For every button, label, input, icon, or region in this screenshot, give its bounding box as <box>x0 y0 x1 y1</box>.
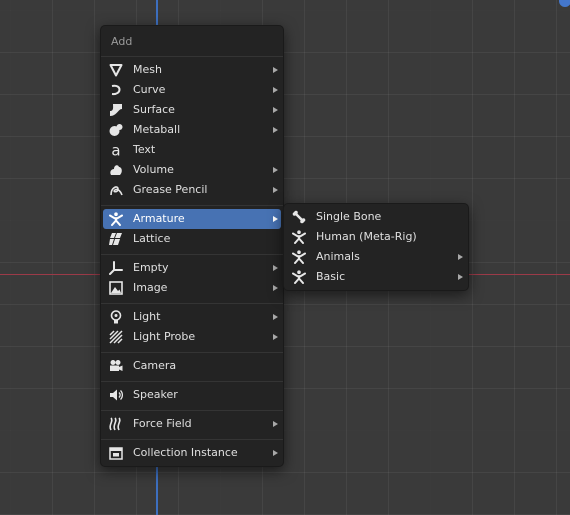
armature-icon <box>109 212 123 226</box>
menu-item-image[interactable]: Image <box>103 278 281 298</box>
menu-item-label: Mesh <box>133 63 162 76</box>
submenu-arrow-icon <box>273 87 278 93</box>
armature-icon <box>292 250 306 264</box>
menu-separator <box>101 352 283 353</box>
menu-item-label: Surface <box>133 103 175 116</box>
menu-item-label: Force Field <box>133 417 192 430</box>
light-icon <box>109 310 123 324</box>
collection-instance-icon <box>109 446 123 460</box>
menu-item-label: Volume <box>133 163 174 176</box>
navigation-gizmo[interactable] <box>559 0 570 7</box>
menu-separator <box>101 205 283 206</box>
menu-item-label: Lattice <box>133 232 171 245</box>
menu-item-label: Light Probe <box>133 330 196 343</box>
submenu-arrow-icon <box>273 421 278 427</box>
grease-pencil-icon <box>109 183 123 197</box>
submenu-item-animals[interactable]: Animals <box>286 247 466 267</box>
submenu-arrow-icon <box>458 274 463 280</box>
submenu-arrow-icon <box>273 450 278 456</box>
menu-item-force-field[interactable]: Force Field <box>103 414 281 434</box>
submenu-arrow-icon <box>273 107 278 113</box>
submenu-arrow-icon <box>273 334 278 340</box>
submenu-item-single-bone[interactable]: Single Bone <box>286 207 466 227</box>
submenu-arrow-icon <box>273 265 278 271</box>
submenu-item-human-meta-rig[interactable]: Human (Meta-Rig) <box>286 227 466 247</box>
menu-separator <box>101 439 283 440</box>
menu-item-surface[interactable]: Surface <box>103 100 281 120</box>
menu-item-collection-instance[interactable]: Collection Instance <box>103 443 281 463</box>
menu-item-label: Text <box>133 143 156 156</box>
mesh-icon <box>109 63 123 77</box>
submenu-item-basic[interactable]: Basic <box>286 267 466 287</box>
menu-item-mesh[interactable]: Mesh <box>103 60 281 80</box>
menu-item-label: Curve <box>133 83 166 96</box>
armature-icon <box>292 270 306 284</box>
menu-separator <box>101 254 283 255</box>
menu-item-label: Armature <box>133 212 185 225</box>
menu-item-label: Speaker <box>133 388 178 401</box>
submenu-arrow-icon <box>273 167 278 173</box>
lattice-icon <box>109 232 123 246</box>
menu-item-armature[interactable]: Armature <box>103 209 281 229</box>
menu-item-label: Basic <box>316 270 346 283</box>
curve-icon <box>109 83 123 97</box>
menu-item-metaball[interactable]: Metaball <box>103 120 281 140</box>
menu-item-camera[interactable]: Camera <box>103 356 281 376</box>
menu-title: Add <box>111 35 133 48</box>
menu-separator <box>101 381 283 382</box>
menu-item-label: Collection Instance <box>133 446 238 459</box>
menu-item-label: Light <box>133 310 161 323</box>
menu-item-light-probe[interactable]: Light Probe <box>103 327 281 347</box>
armature-submenu: Single Bone Human (Meta-Rig) Animals Bas… <box>283 203 469 291</box>
armature-icon <box>292 230 306 244</box>
menu-item-label: Image <box>133 281 168 294</box>
menu-item-label: Empty <box>133 261 169 274</box>
menu-item-curve[interactable]: Curve <box>103 80 281 100</box>
submenu-arrow-icon <box>273 187 278 193</box>
empty-icon <box>109 261 123 275</box>
speaker-icon <box>109 388 123 402</box>
text-icon: a <box>109 143 123 157</box>
menu-separator <box>101 56 283 57</box>
menu-item-empty[interactable]: Empty <box>103 258 281 278</box>
menu-item-label: Animals <box>316 250 360 263</box>
submenu-arrow-icon <box>273 127 278 133</box>
menu-item-grease-pencil[interactable]: Grease Pencil <box>103 180 281 200</box>
menu-item-label: Human (Meta-Rig) <box>316 230 417 243</box>
menu-separator <box>101 303 283 304</box>
surface-icon <box>109 103 123 117</box>
menu-separator <box>101 410 283 411</box>
image-icon <box>109 281 123 295</box>
menu-item-label: Metaball <box>133 123 181 136</box>
menu-item-volume[interactable]: Volume <box>103 160 281 180</box>
metaball-icon <box>109 123 123 137</box>
3d-viewport[interactable]: Add Mesh Curve Surface Metaball a Text V… <box>0 0 570 515</box>
menu-item-speaker[interactable]: Speaker <box>103 385 281 405</box>
svg-text:a: a <box>111 143 120 157</box>
submenu-arrow-icon <box>273 216 278 222</box>
menu-item-light[interactable]: Light <box>103 307 281 327</box>
light-probe-icon <box>109 330 123 344</box>
menu-item-lattice[interactable]: Lattice <box>103 229 281 249</box>
menu-item-label: Grease Pencil <box>133 183 208 196</box>
volume-icon <box>109 163 123 177</box>
submenu-arrow-icon <box>273 285 278 291</box>
submenu-arrow-icon <box>458 254 463 260</box>
menu-item-text[interactable]: a Text <box>103 140 281 160</box>
bone-icon <box>292 210 306 224</box>
add-menu: Add Mesh Curve Surface Metaball a Text V… <box>100 25 284 467</box>
submenu-arrow-icon <box>273 314 278 320</box>
force-field-icon <box>109 417 123 431</box>
menu-item-label: Camera <box>133 359 177 372</box>
camera-icon <box>109 359 123 373</box>
menu-item-label: Single Bone <box>316 210 382 223</box>
submenu-arrow-icon <box>273 67 278 73</box>
